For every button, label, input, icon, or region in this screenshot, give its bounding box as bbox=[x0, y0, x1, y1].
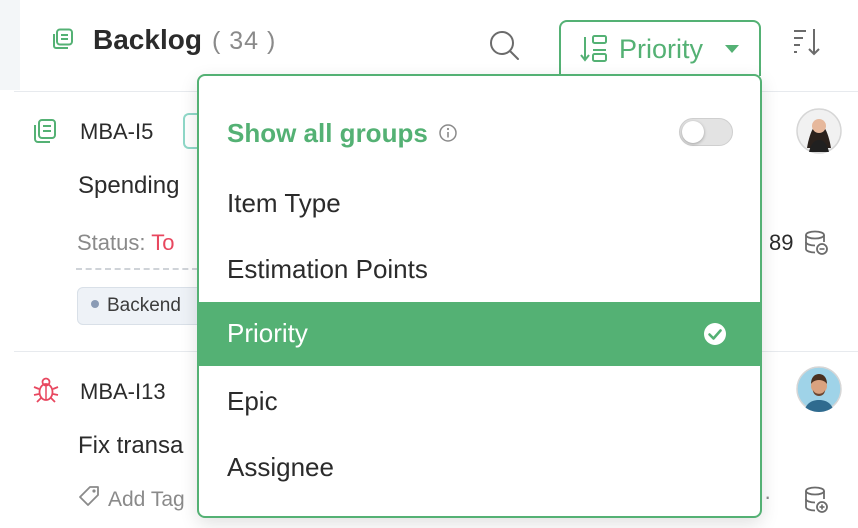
story-icon bbox=[34, 119, 56, 143]
group-by-menu: Show all groups Item Type Estimation Poi… bbox=[197, 74, 762, 518]
chevron-down-icon bbox=[725, 45, 739, 53]
page-title: Backlog bbox=[93, 24, 202, 55]
toggle-knob bbox=[682, 121, 704, 143]
show-all-groups-toggle[interactable] bbox=[679, 118, 733, 146]
menu-item-epic[interactable]: Epic bbox=[199, 370, 760, 434]
avatar[interactable] bbox=[796, 366, 842, 412]
search-icon[interactable] bbox=[487, 28, 521, 62]
bug-icon bbox=[33, 377, 59, 403]
status-label: Status: bbox=[77, 230, 146, 255]
sort-icon[interactable] bbox=[791, 26, 823, 58]
tag-icon[interactable] bbox=[77, 484, 101, 508]
menu-item-estimation-points[interactable]: Estimation Points bbox=[199, 238, 760, 302]
tag-dot-icon bbox=[91, 299, 99, 308]
info-icon[interactable] bbox=[438, 123, 458, 143]
tag-label: Backend bbox=[107, 295, 181, 316]
group-by-icon bbox=[580, 35, 607, 62]
group-by-label: Priority bbox=[619, 34, 704, 64]
card-id[interactable]: MBA-I5 bbox=[80, 119, 153, 145]
avatar[interactable] bbox=[796, 108, 842, 154]
show-all-groups-label: Show all groups bbox=[227, 118, 428, 148]
more-indicator: · bbox=[764, 484, 772, 509]
menu-item-assignee[interactable]: Assignee bbox=[199, 436, 760, 500]
card-title[interactable]: Spending bbox=[78, 172, 179, 200]
dashed-divider bbox=[76, 268, 198, 270]
header-background bbox=[0, 0, 20, 90]
estimation-icon[interactable] bbox=[803, 485, 829, 515]
item-count: ( 34 ) bbox=[212, 27, 277, 55]
check-circle-icon bbox=[704, 323, 726, 345]
backlog-icon bbox=[53, 28, 73, 49]
estimation-points: 89 bbox=[769, 230, 794, 255]
card-id[interactable]: MBA-I13 bbox=[80, 379, 166, 405]
status-value[interactable]: To bbox=[151, 230, 174, 255]
label-chip bbox=[183, 113, 197, 149]
card-title[interactable]: Fix transa bbox=[78, 432, 183, 460]
group-by-dropdown-button[interactable]: Priority bbox=[559, 20, 761, 76]
card-status: Status: To bbox=[77, 230, 174, 256]
menu-item-item-type[interactable]: Item Type bbox=[199, 172, 760, 236]
tag-chip[interactable]: Backend bbox=[77, 287, 207, 325]
menu-item-priority[interactable]: Priority bbox=[199, 302, 760, 366]
estimation-icon[interactable] bbox=[803, 229, 829, 257]
menu-item-label: Priority bbox=[227, 318, 308, 348]
add-tag-button[interactable]: Add Tag bbox=[108, 488, 185, 512]
